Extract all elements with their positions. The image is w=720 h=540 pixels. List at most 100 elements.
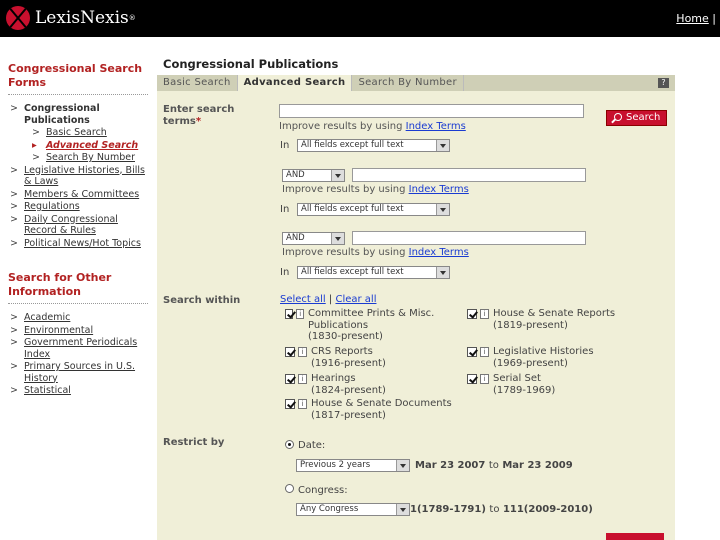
- field-select-3[interactable]: All fields except full text: [297, 266, 450, 279]
- field-select-2[interactable]: All fields except full text: [297, 203, 450, 216]
- bottom-search-button[interactable]: [606, 533, 664, 540]
- sidebar-subitem-basic-search[interactable]: Basic Search: [24, 127, 148, 139]
- sidebar-item-regulations[interactable]: Regulations: [8, 201, 148, 213]
- source-label: Serial Set (1789-1969): [493, 373, 556, 396]
- search-tabs: Basic Search Advanced Search Search By N…: [157, 75, 675, 91]
- sidebar-item-government-periodicals[interactable]: Government Periodicals Index: [8, 337, 148, 360]
- sidebar-item-political-news[interactable]: Political News/Hot Topics: [8, 238, 148, 250]
- lexisnexis-logo[interactable]: LexisNexis ®: [6, 6, 136, 30]
- info-icon[interactable]: i: [480, 374, 489, 384]
- help-icon[interactable]: ?: [658, 78, 669, 88]
- sidebar-link[interactable]: Members & Committees: [24, 189, 139, 200]
- sidebar-link[interactable]: Political News/Hot Topics: [24, 238, 141, 249]
- sidebar-link[interactable]: Government Periodicals Index: [24, 337, 137, 360]
- date-radio-label: Date:: [298, 440, 326, 451]
- info-icon[interactable]: i: [298, 347, 307, 357]
- source-label: Legislative Histories (1969-present): [493, 346, 594, 369]
- tab-basic-search[interactable]: Basic Search: [157, 75, 238, 91]
- search-term-input-3[interactable]: [352, 231, 586, 245]
- tab-advanced-search[interactable]: Advanced Search: [237, 75, 353, 91]
- field-select-value: All fields except full text: [301, 140, 404, 150]
- congress-from: 1(1789-1791): [410, 504, 486, 515]
- search-term-input-2[interactable]: [352, 168, 586, 182]
- sidebar-link[interactable]: Daily Congressional Record & Rules: [24, 214, 118, 237]
- top-link-separator: |: [712, 12, 716, 25]
- basic-search-link[interactable]: Basic Search: [46, 127, 107, 138]
- source-checkbox[interactable]: [285, 399, 295, 409]
- source-label: Hearings (1824-present): [311, 373, 386, 396]
- field-select-1[interactable]: All fields except full text: [297, 139, 450, 152]
- home-link[interactable]: Home: [676, 12, 708, 25]
- source-label: House & Senate Documents (1817-present): [311, 398, 452, 421]
- index-terms-link[interactable]: Index Terms: [406, 121, 466, 132]
- chevron-down-icon: [436, 140, 449, 151]
- source-checkbox[interactable]: [285, 309, 294, 319]
- sidebar-item-environmental[interactable]: Environmental: [8, 325, 148, 337]
- clear-all-link[interactable]: Clear all: [335, 294, 376, 305]
- source-checkbox[interactable]: [467, 347, 477, 357]
- sidebar-item-primary-sources[interactable]: Primary Sources in U.S. History: [8, 361, 148, 384]
- sidebar-heading-other: Search for Other Information: [8, 271, 148, 304]
- sidebar-item-congressional-publications: Congressional Publications Basic Search …: [8, 103, 148, 164]
- sidebar-link[interactable]: Statistical: [24, 385, 71, 396]
- chevron-down-icon: [396, 504, 409, 515]
- field-select-value: All fields except full text: [301, 204, 404, 214]
- congress-radio[interactable]: [285, 484, 294, 493]
- date-to: Mar 23 2009: [502, 460, 573, 471]
- date-range-select[interactable]: Previous 2 years: [296, 459, 410, 472]
- connector-select-1[interactable]: AND: [282, 169, 345, 182]
- sidebar-item-legislative-histories[interactable]: Legislative Histories, Bills & Laws: [8, 165, 148, 188]
- connector-select-2[interactable]: AND: [282, 232, 345, 245]
- advanced-search-link[interactable]: Advanced Search: [46, 140, 138, 151]
- congress-range-text: 1(1789-1791) to 111(2009-2010): [410, 504, 593, 515]
- source-checkbox[interactable]: [467, 374, 477, 384]
- search-button-label: Search: [626, 112, 661, 123]
- sidebar-item-daily-record[interactable]: Daily Congressional Record & Rules: [8, 214, 148, 237]
- sidebar-link[interactable]: Primary Sources in U.S. History: [24, 361, 135, 384]
- info-icon[interactable]: i: [296, 309, 305, 319]
- index-terms-link[interactable]: Index Terms: [409, 247, 469, 258]
- in-label: In: [280, 267, 290, 278]
- source-checkbox[interactable]: [285, 374, 295, 384]
- info-icon[interactable]: i: [298, 399, 307, 409]
- sidebar-link[interactable]: Environmental: [24, 325, 93, 336]
- chevron-down-icon: [436, 267, 449, 278]
- sidebar-link[interactable]: Legislative Histories, Bills & Laws: [24, 165, 145, 188]
- sidebar-item-academic[interactable]: Academic: [8, 312, 148, 324]
- chevron-down-icon: [436, 204, 449, 215]
- sidebar-link[interactable]: Academic: [24, 312, 70, 323]
- select-all-link[interactable]: Select all: [280, 294, 326, 305]
- in-label: In: [280, 140, 290, 151]
- source-label: House & Senate Reports (1819-present): [493, 308, 616, 331]
- tab-search-by-number[interactable]: Search By Number: [352, 75, 464, 91]
- sidebar-subitem-advanced-search[interactable]: Advanced Search: [24, 140, 148, 152]
- sidebar-item-members-committees[interactable]: Members & Committees: [8, 189, 148, 201]
- source-checkbox[interactable]: [285, 347, 295, 357]
- logo-text: LexisNexis: [35, 8, 129, 28]
- source-checkbox[interactable]: [467, 309, 477, 319]
- sidebar-heading-congressional: Congressional Search Forms: [8, 62, 148, 95]
- source-crs-reports: i CRS Reports (1916-present): [285, 346, 386, 369]
- source-label: Committee Prints & Misc. Publications (18…: [308, 308, 435, 342]
- info-icon[interactable]: i: [298, 374, 307, 384]
- restrict-by-label: Restrict by: [163, 437, 225, 448]
- congress-select[interactable]: Any Congress: [296, 503, 410, 516]
- search-within-label: Search within: [163, 295, 241, 306]
- sidebar-subitem-search-by-number[interactable]: Search By Number: [24, 152, 148, 164]
- congressional-forms-list: Congressional Publications Basic Search …: [8, 103, 148, 249]
- improve-text: Improve results by using: [279, 121, 403, 132]
- index-terms-link[interactable]: Index Terms: [409, 184, 469, 195]
- improve-text: Improve results by using: [282, 247, 406, 258]
- search-by-number-link[interactable]: Search By Number: [46, 152, 135, 163]
- search-button[interactable]: Search: [606, 110, 668, 126]
- info-icon[interactable]: i: [480, 347, 489, 357]
- congress-value: Any Congress: [300, 504, 359, 514]
- source-house-senate-documents: i House & Senate Documents (1817-present): [285, 398, 452, 421]
- logo-registered-mark: ®: [128, 14, 136, 22]
- search-term-input-1[interactable]: [279, 104, 584, 118]
- info-icon[interactable]: i: [480, 309, 489, 319]
- sidebar-link[interactable]: Regulations: [24, 201, 80, 212]
- sidebar-item-statistical[interactable]: Statistical: [8, 385, 148, 397]
- enter-terms-label: Enter search terms*: [163, 104, 273, 128]
- date-radio[interactable]: [285, 440, 294, 449]
